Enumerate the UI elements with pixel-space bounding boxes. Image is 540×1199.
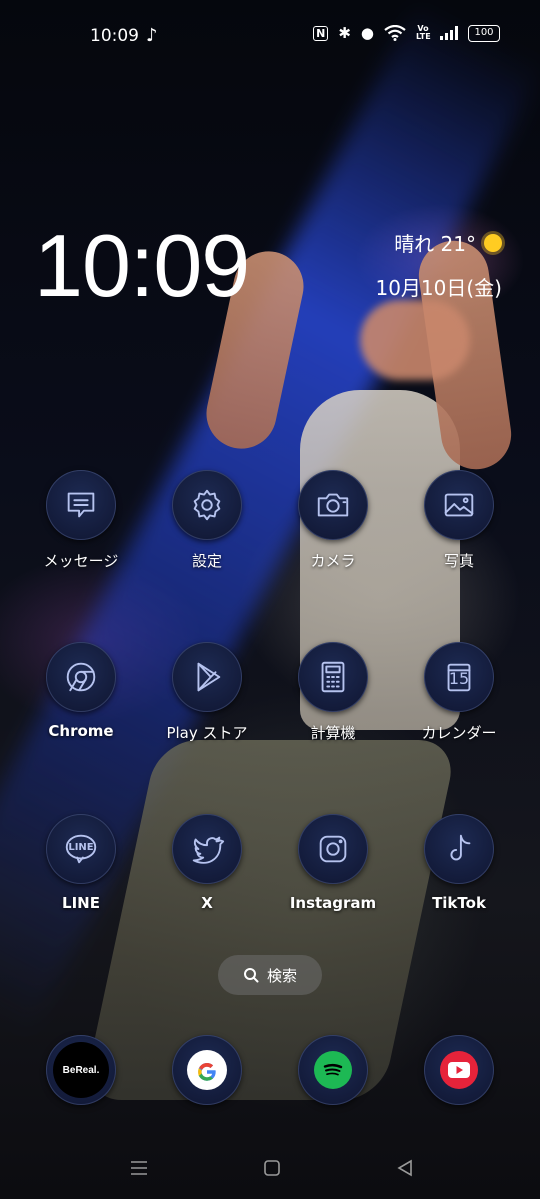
- google-icon: [187, 1050, 227, 1090]
- app-label: Instagram: [289, 894, 377, 912]
- blurred-face: [360, 300, 470, 380]
- app-label: TikTok: [432, 894, 486, 912]
- app-settings[interactable]: 設定: [144, 470, 270, 571]
- play-store-icon: [172, 642, 242, 712]
- app-camera[interactable]: カメラ: [270, 470, 396, 571]
- chrome-icon: [46, 642, 116, 712]
- weather-text: 晴れ 21°: [394, 232, 476, 256]
- app-line[interactable]: LINE LINE: [18, 814, 144, 912]
- home-square-icon: [264, 1160, 280, 1176]
- calculator-icon: [298, 642, 368, 712]
- app-label: メッセージ: [43, 552, 119, 570]
- message-icon: [46, 470, 116, 540]
- back-button[interactable]: [390, 1156, 420, 1180]
- app-label: 計算機: [310, 724, 356, 742]
- app-label: Play ストア: [166, 724, 248, 742]
- bereal-icon: BeReal.: [53, 1042, 109, 1098]
- dock-youtube[interactable]: [424, 1035, 494, 1105]
- app-x[interactable]: X: [144, 814, 270, 912]
- calendar-icon: 15: [424, 642, 494, 712]
- app-chrome[interactable]: Chrome: [18, 642, 144, 740]
- calendar-day: 15: [448, 669, 470, 688]
- dock-spotify[interactable]: [298, 1035, 368, 1105]
- twitter-bird-icon: [172, 814, 242, 884]
- back-triangle-icon: [397, 1159, 412, 1177]
- status-bar: 10:09 ♪ N ✱ ● Vo LTE 100: [0, 0, 540, 72]
- dock-bereal[interactable]: BeReal.: [46, 1035, 116, 1105]
- location-icon: ●: [360, 24, 374, 42]
- app-calendar[interactable]: 15 カレンダー: [396, 642, 522, 743]
- battery-indicator: 100: [468, 24, 500, 42]
- search-icon: [243, 968, 259, 983]
- status-time: 10:09: [90, 26, 139, 46]
- nfc-icon: N: [313, 25, 329, 41]
- camera-icon: [298, 470, 368, 540]
- app-label: LINE: [62, 894, 100, 912]
- app-play-store[interactable]: Play ストア: [144, 642, 270, 743]
- app-calculator[interactable]: 計算機: [270, 642, 396, 743]
- spotify-icon: [314, 1051, 352, 1089]
- bluetooth-icon: ✱: [338, 24, 351, 42]
- app-label: カレンダー: [421, 724, 497, 742]
- tiktok-notification-icon: ♪: [146, 25, 158, 46]
- photo-icon: [424, 470, 494, 540]
- app-label: X: [201, 894, 213, 912]
- line-badge-text: LINE: [68, 842, 94, 853]
- app-label: カメラ: [310, 552, 356, 570]
- navigation-bar: [0, 1140, 540, 1199]
- wallpaper: [0, 0, 540, 1199]
- tiktok-icon: [424, 814, 494, 884]
- menu-lines-icon: [131, 1161, 147, 1175]
- dock-google[interactable]: [172, 1035, 242, 1105]
- search-label: 検索: [266, 966, 297, 985]
- clock-widget-time[interactable]: 10:09: [34, 215, 250, 317]
- line-icon: LINE: [46, 814, 116, 884]
- signal-icon: [440, 26, 458, 40]
- volte-indicator: Vo LTE: [416, 24, 431, 41]
- app-label: Chrome: [48, 722, 114, 740]
- status-icons: N ✱ ● Vo LTE 100: [313, 24, 500, 42]
- app-instagram[interactable]: Instagram: [270, 814, 396, 912]
- app-label: 設定: [191, 552, 222, 570]
- app-label: 写真: [443, 552, 474, 570]
- gear-icon: [172, 470, 242, 540]
- date-widget[interactable]: 10月10日(金): [375, 272, 502, 301]
- home-button[interactable]: [257, 1156, 287, 1180]
- wifi-icon: [384, 25, 406, 41]
- recents-button[interactable]: [124, 1156, 154, 1180]
- search-button[interactable]: 検索: [218, 955, 322, 995]
- weather-widget[interactable]: 晴れ 21°: [394, 228, 502, 257]
- app-photos[interactable]: 写真: [396, 470, 522, 571]
- sun-icon: [484, 233, 502, 252]
- youtube-icon: [440, 1051, 478, 1089]
- app-tiktok[interactable]: TikTok: [396, 814, 522, 912]
- app-messages[interactable]: メッセージ: [18, 470, 144, 571]
- instagram-icon: [298, 814, 368, 884]
